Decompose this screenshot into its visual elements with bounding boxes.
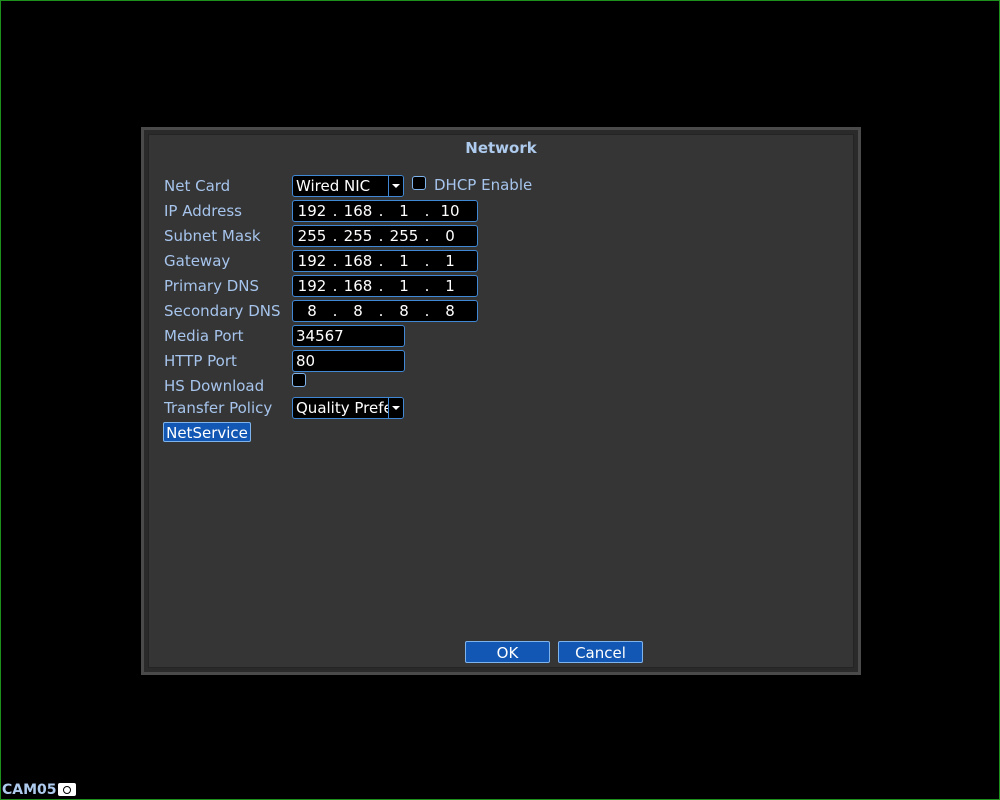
primary-dns-octet-4: 1 [445,277,455,295]
secondary-dns-octet-4: 8 [445,302,455,320]
transfer-policy-value: Quality Prefe [296,399,388,417]
hs-download-checkbox[interactable] [292,373,306,387]
secondary-dns-octet-3: 8 [399,302,409,320]
media-port-label: Media Port [164,327,244,345]
primary-dns-field[interactable]: 192 . 168 . 1 . 1 [292,275,478,297]
http-port-label: HTTP Port [164,352,237,370]
hs-download-label: HS Download [164,377,265,395]
subnet-dot: . [332,227,338,245]
cancel-button[interactable]: Cancel [558,641,643,663]
gateway-dot: . [424,252,430,270]
net-card-value: Wired NIC [296,177,371,195]
transfer-policy-label: Transfer Policy [164,399,273,417]
gateway-octet-1: 192 [297,252,327,270]
gateway-octet-2: 168 [343,252,373,270]
secondary-dns-label: Secondary DNS [164,302,281,320]
secondary-dns-octet-2: 8 [353,302,363,320]
subnet-dot: . [378,227,384,245]
ip-dot: . [378,202,384,220]
gateway-field[interactable]: 192 . 168 . 1 . 1 [292,250,478,272]
net-card-label: Net Card [164,177,231,195]
camera-icon [58,783,76,796]
dhcp-enable-checkbox[interactable] [412,176,426,190]
subnet-mask-field[interactable]: 255 . 255 . 255 . 0 [292,225,478,247]
chevron-down-icon[interactable] [388,398,403,418]
gateway-label: Gateway [164,252,231,270]
primary-dns-label: Primary DNS [164,277,260,295]
netservice-button[interactable]: NetService [163,422,251,442]
primary-dns-octet-3: 1 [399,277,409,295]
gateway-octet-4: 1 [445,252,455,270]
subnet-octet-2: 255 [343,227,373,245]
net-card-select[interactable]: Wired NIC [292,175,404,197]
gateway-octet-3: 1 [399,252,409,270]
primary-dns-dot: . [332,277,338,295]
secondary-dns-dot: . [332,302,338,320]
subnet-dot: . [424,227,430,245]
ip-octet-2: 168 [343,202,373,220]
ip-dot: . [332,202,338,220]
primary-dns-octet-1: 192 [297,277,327,295]
gateway-dot: . [378,252,384,270]
secondary-dns-octet-1: 8 [307,302,317,320]
http-port-input[interactable]: 80 [292,350,405,372]
dialog-title: Network [465,139,537,157]
secondary-dns-dot: . [378,302,384,320]
ip-octet-4: 10 [440,202,460,220]
ip-dot: . [424,202,430,220]
secondary-dns-dot: . [424,302,430,320]
subnet-octet-3: 255 [389,227,419,245]
subnet-mask-label: Subnet Mask [164,227,261,245]
dialog-body: Network Net Card Wired NIC DHCP Enable I… [148,134,854,668]
media-port-input[interactable]: 34567 [292,325,405,347]
transfer-policy-select[interactable]: Quality Prefe [292,397,404,419]
primary-dns-dot: . [424,277,430,295]
gateway-dot: . [332,252,338,270]
camera-label: CAM05 [2,782,57,798]
secondary-dns-field[interactable]: 8 . 8 . 8 . 8 [292,300,478,322]
subnet-octet-4: 0 [445,227,455,245]
chevron-down-icon[interactable] [388,176,403,196]
network-dialog: Network Net Card Wired NIC DHCP Enable I… [141,127,861,675]
dhcp-enable-label: DHCP Enable [434,176,533,194]
primary-dns-dot: . [378,277,384,295]
ip-octet-1: 192 [297,202,327,220]
ip-octet-3: 1 [399,202,409,220]
ip-address-field[interactable]: 192 . 168 . 1 . 10 [292,200,478,222]
ip-address-label: IP Address [164,202,242,220]
primary-dns-octet-2: 168 [343,277,373,295]
ok-button[interactable]: OK [465,641,550,663]
subnet-octet-1: 255 [297,227,327,245]
